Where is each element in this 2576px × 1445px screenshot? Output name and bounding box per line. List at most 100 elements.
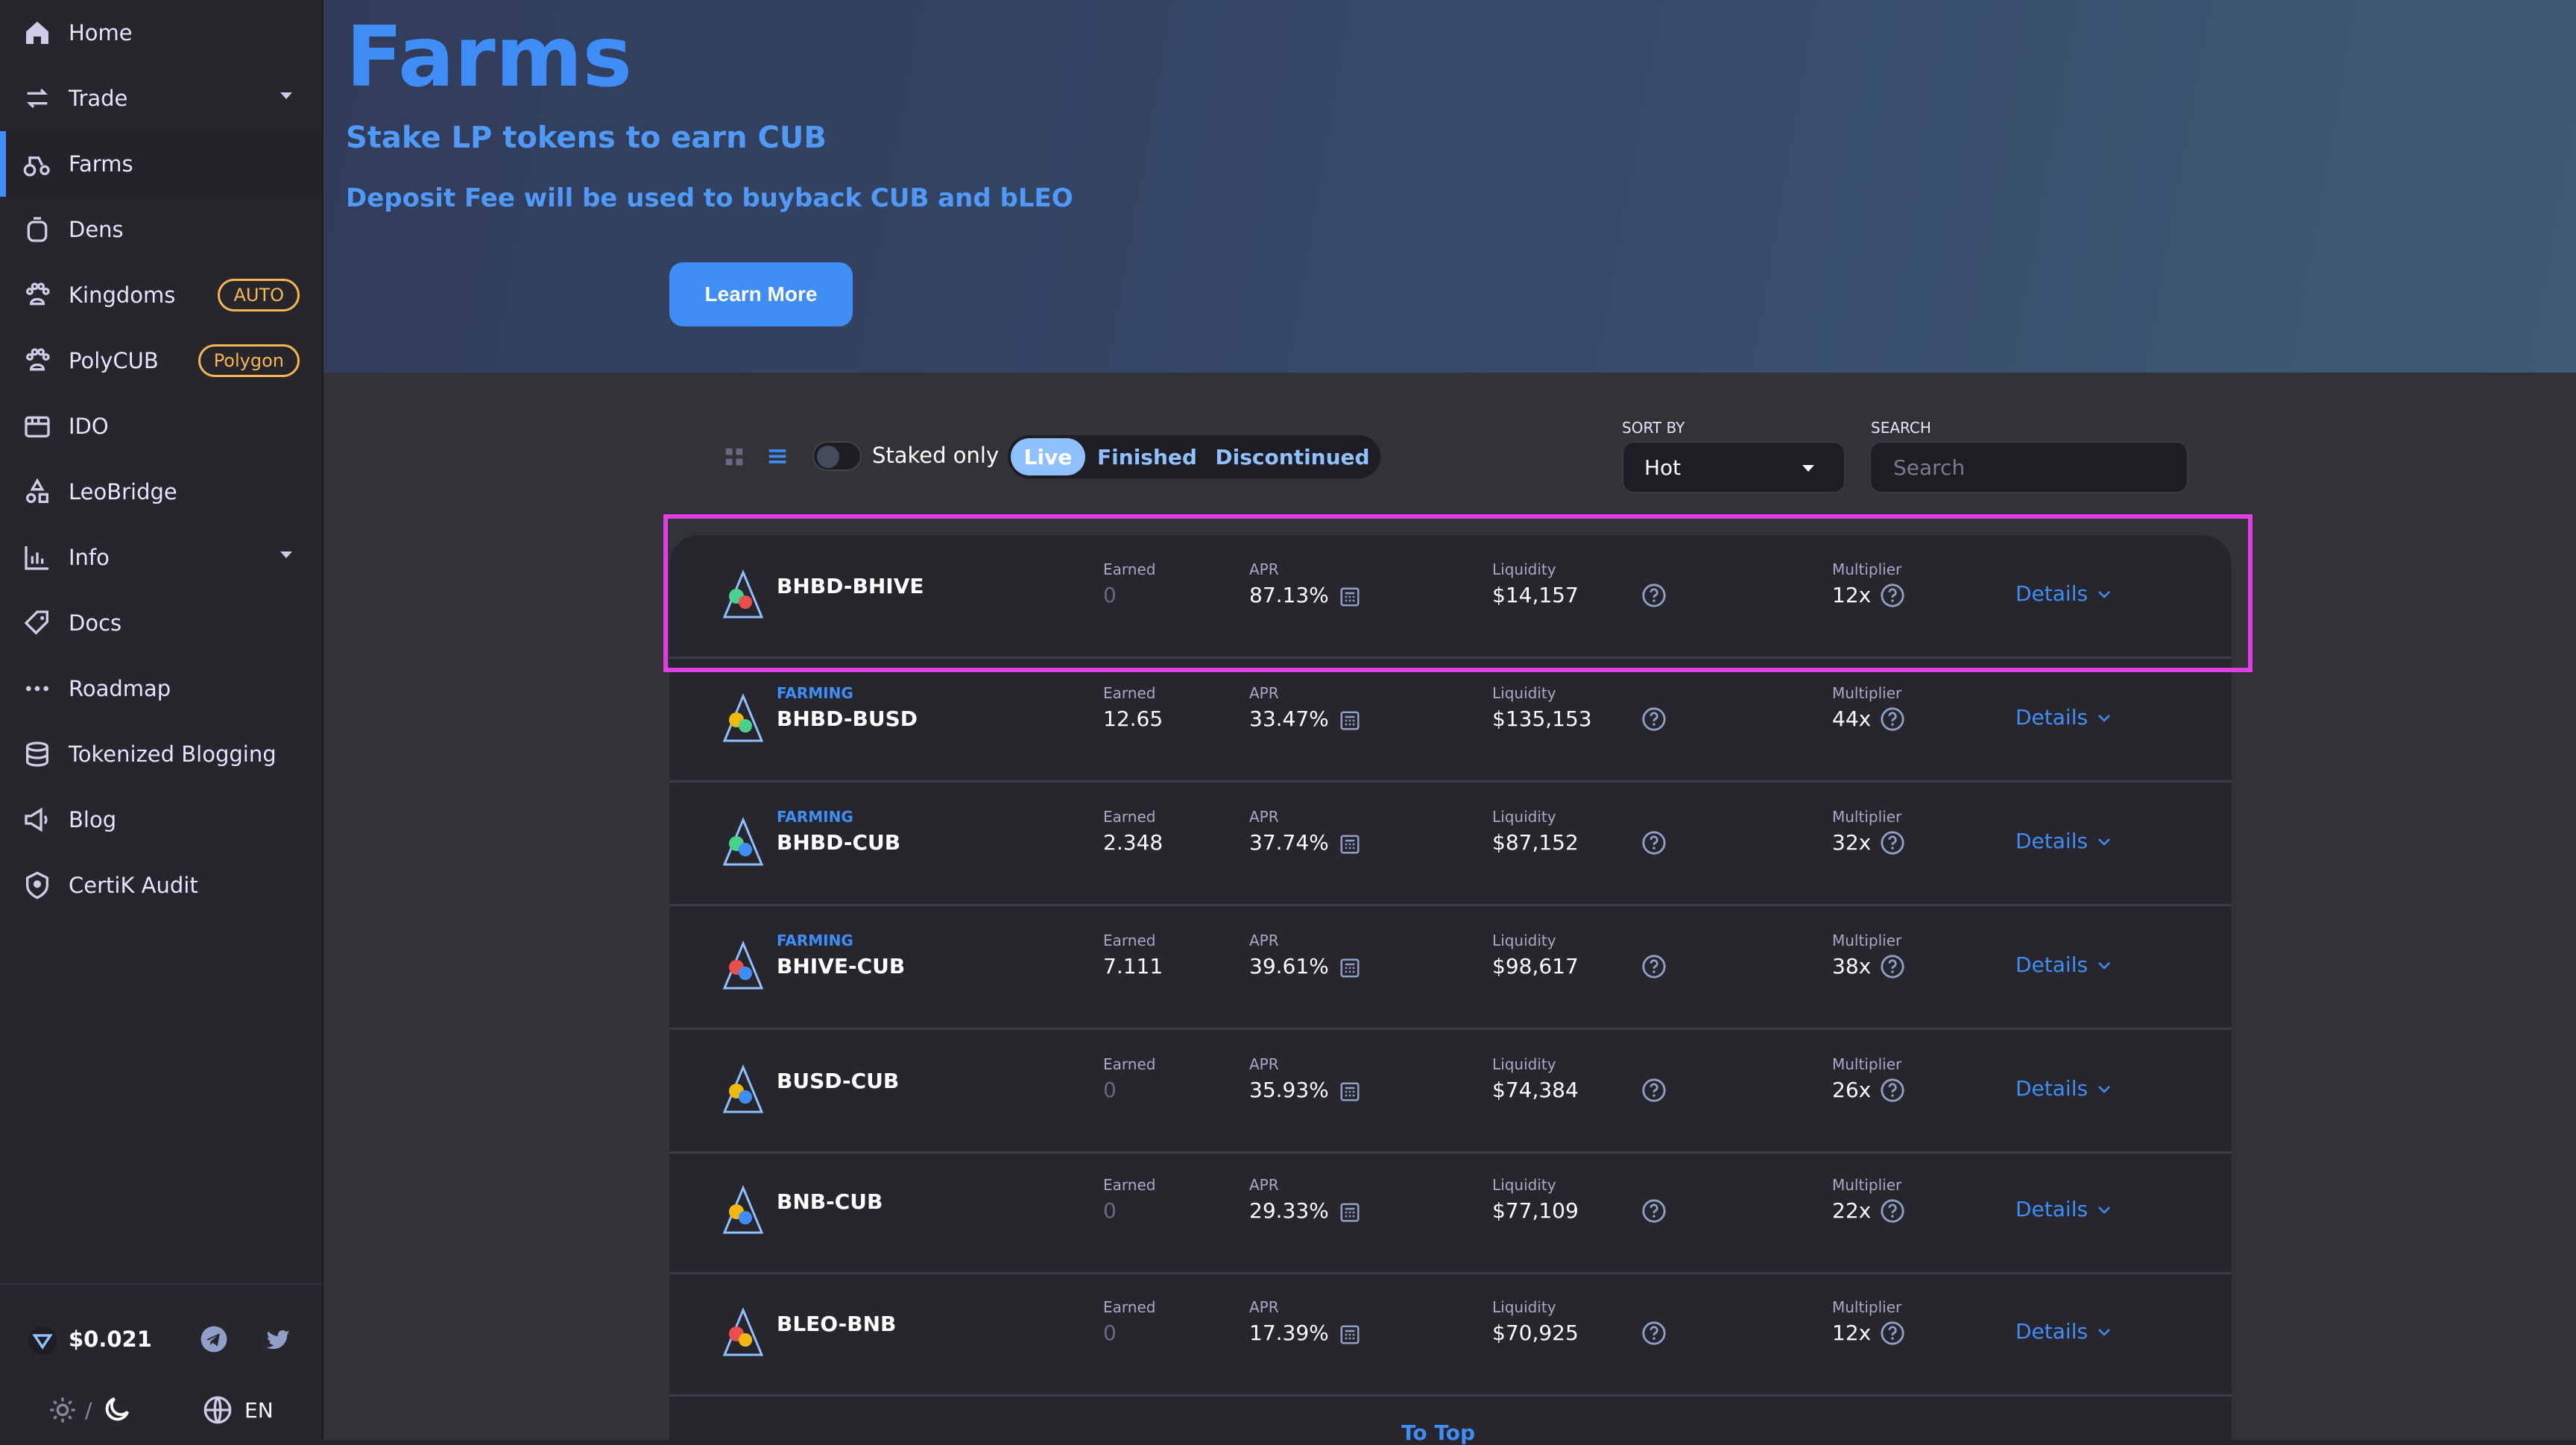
sidebar-item-leobridge[interactable]: LeoBridge — [0, 459, 322, 525]
help-icon[interactable] — [1880, 954, 1905, 982]
sidebar-item-kingdoms[interactable]: Kingdoms AUTO — [0, 262, 322, 328]
tab-finished[interactable]: Finished — [1091, 438, 1203, 475]
sidebar-item-blog[interactable]: Blog — [0, 787, 322, 853]
sidebar-item-label: IDO — [69, 414, 109, 439]
liquidity-label: Liquidity — [1492, 808, 1556, 826]
sidebar-item-ido[interactable]: IDO — [0, 393, 322, 459]
help-icon[interactable] — [1641, 706, 1667, 735]
table-row[interactable]: BUSD-CUB Earned 0 APR 35.93% Liquidity $… — [669, 1030, 2232, 1154]
help-icon[interactable] — [1641, 1198, 1667, 1227]
chevron-down-icon — [280, 551, 292, 558]
multiplier-value: 12x — [1832, 1321, 1872, 1345]
table-row[interactable]: BNB-CUB Earned 0 APR 29.33% Liquidity $7… — [669, 1151, 2232, 1274]
farming-tag: FARMING — [777, 808, 853, 826]
apr-value: 37.74% — [1249, 830, 1329, 855]
help-icon[interactable] — [1880, 1321, 1905, 1349]
certik-icon — [21, 869, 54, 902]
multiplier-label: Multiplier — [1832, 560, 1902, 578]
details-button[interactable]: Details — [2015, 1319, 2113, 1344]
tab-discontinued[interactable]: Discontinued — [1209, 438, 1376, 475]
sidebar-item-info[interactable]: Info — [0, 525, 322, 590]
details-button[interactable]: Details — [2015, 829, 2113, 853]
calculator-icon[interactable] — [1339, 709, 1361, 735]
details-button[interactable]: Details — [2015, 1197, 2113, 1221]
help-icon[interactable] — [1880, 1078, 1905, 1106]
token-pair-icon — [722, 693, 765, 745]
calculator-icon[interactable] — [1339, 957, 1361, 982]
table-row[interactable]: FARMING BHBD-BUSD Earned 12.65 APR 33.47… — [669, 659, 2232, 782]
help-icon[interactable] — [1641, 583, 1667, 611]
sidebar: Home Trade Farms Dens Kingdoms AUTO Poly… — [0, 0, 323, 1440]
multiplier-label: Multiplier — [1832, 1055, 1902, 1073]
trade-icon — [21, 82, 54, 115]
chevron-down-icon — [2098, 961, 2110, 970]
language-selector[interactable]: EN — [244, 1398, 274, 1423]
grid-view-icon[interactable] — [723, 446, 745, 471]
sun-icon[interactable] — [48, 1395, 78, 1428]
sidebar-item-certik-audit[interactable]: CertiK Audit — [0, 853, 322, 918]
search-label: SEARCH — [1871, 419, 1931, 437]
calculator-icon[interactable] — [1339, 1324, 1361, 1349]
help-icon[interactable] — [1880, 1198, 1905, 1227]
table-row[interactable]: FARMING BHIVE-CUB Earned 7.111 APR 39.61… — [669, 906, 2232, 1030]
sidebar-item-label: CertiK Audit — [69, 873, 198, 898]
apr-label: APR — [1249, 560, 1279, 578]
details-button[interactable]: Details — [2015, 1076, 2113, 1101]
pair-name: BHBD-CUB — [777, 830, 901, 855]
sidebar-item-tokenized-blogging[interactable]: Tokenized Blogging — [0, 721, 322, 787]
details-button[interactable]: Details — [2015, 705, 2113, 730]
telegram-icon[interactable] — [200, 1325, 228, 1356]
search-input[interactable] — [1869, 441, 2188, 493]
help-icon[interactable] — [1641, 954, 1667, 982]
sidebar-item-docs[interactable]: Docs — [0, 590, 322, 656]
sidebar-item-roadmap[interactable]: Roadmap — [0, 656, 322, 721]
help-icon[interactable] — [1880, 830, 1905, 859]
calculator-icon[interactable] — [1339, 1201, 1361, 1227]
sort-by-select[interactable]: Hot — [1622, 441, 1846, 493]
help-icon[interactable] — [1880, 706, 1905, 735]
sidebar-item-home[interactable]: Home — [0, 0, 322, 66]
table-row[interactable]: BHBD-BHIVE Earned 0 APR 87.13% Liquidity… — [669, 535, 2232, 659]
apr-value: 87.13% — [1249, 583, 1329, 607]
twitter-icon[interactable] — [264, 1327, 292, 1358]
details-label: Details — [2015, 1197, 2089, 1221]
details-button[interactable]: Details — [2015, 952, 2113, 977]
list-view-icon[interactable] — [766, 446, 789, 471]
chevron-down-icon — [1802, 465, 1814, 472]
token-pair-icon — [722, 569, 765, 622]
table-row[interactable]: BLEO-BNB Earned 0 APR 17.39% Liquidity $… — [669, 1273, 2232, 1397]
tokenized-blogging-icon — [21, 738, 54, 771]
learn-more-button[interactable]: Learn More — [669, 262, 853, 326]
calculator-icon[interactable] — [1339, 833, 1361, 859]
pair-name: BHBD-BHIVE — [777, 574, 924, 598]
sort-by-value: Hot — [1644, 455, 1682, 480]
sidebar-item-trade[interactable]: Trade — [0, 66, 322, 131]
details-button[interactable]: Details — [2015, 581, 2113, 606]
moon-icon[interactable] — [101, 1394, 133, 1428]
to-top-button[interactable]: To Top — [1401, 1420, 1475, 1445]
sidebar-item-dens[interactable]: Dens — [0, 197, 322, 262]
table-row[interactable]: FARMING BHBD-CUB Earned 2.348 APR 37.74%… — [669, 782, 2232, 906]
liquidity-label: Liquidity — [1492, 1055, 1556, 1073]
calculator-icon[interactable] — [1339, 1081, 1361, 1106]
earned-value: 0 — [1103, 583, 1117, 607]
dens-icon — [21, 213, 54, 246]
help-icon[interactable] — [1641, 1321, 1667, 1349]
help-icon[interactable] — [1880, 583, 1905, 611]
docs-icon — [21, 607, 54, 639]
sidebar-item-polycub[interactable]: PolyCUB Polygon — [0, 328, 322, 393]
help-icon[interactable] — [1641, 1078, 1667, 1106]
sidebar-item-farms[interactable]: Farms — [0, 131, 322, 197]
multiplier-value: 32x — [1832, 830, 1872, 855]
farming-tag: FARMING — [777, 684, 853, 702]
chevron-down-icon — [2098, 838, 2110, 846]
earned-label: Earned — [1103, 932, 1156, 949]
multiplier-label: Multiplier — [1832, 1298, 1902, 1316]
details-label: Details — [2015, 829, 2089, 853]
calculator-icon[interactable] — [1339, 586, 1361, 611]
globe-icon[interactable] — [203, 1395, 233, 1428]
staked-only-toggle[interactable] — [812, 441, 862, 471]
help-icon[interactable] — [1641, 830, 1667, 859]
tab-live[interactable]: Live — [1011, 438, 1085, 475]
liquidity-label: Liquidity — [1492, 684, 1556, 702]
